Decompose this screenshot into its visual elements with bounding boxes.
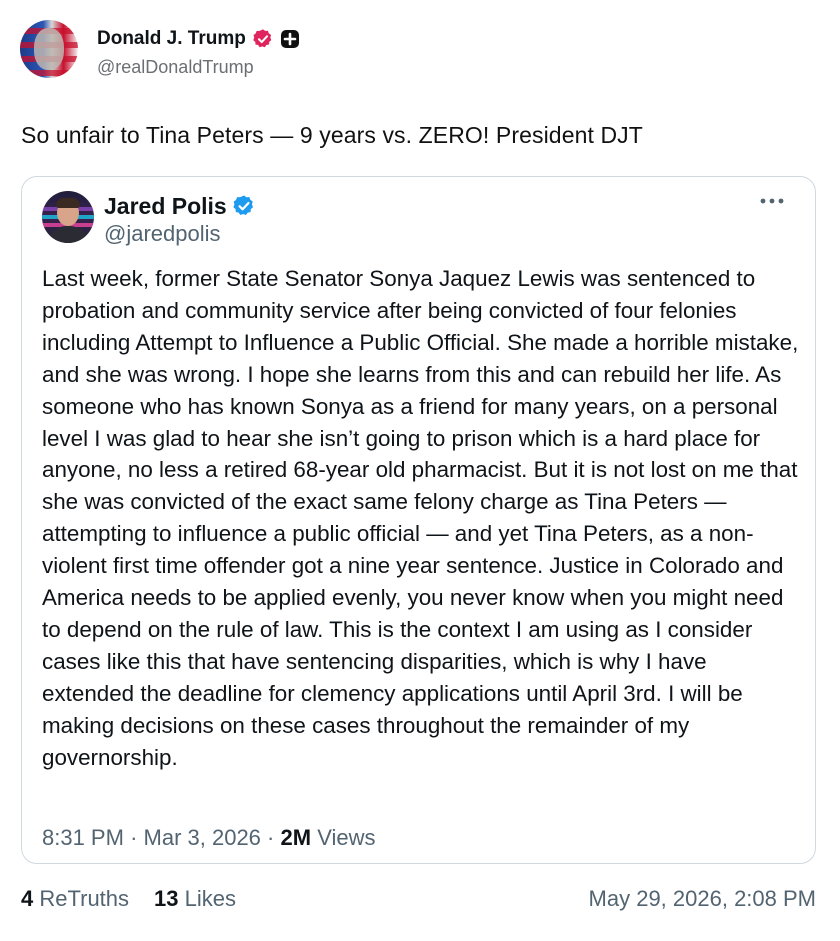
verified-badge-icon [233,195,253,215]
author-handle[interactable]: @realDonaldTrump [97,57,300,78]
quoted-post-meta: 8:31 PM · Mar 3, 2026 · 2M Views [42,825,375,851]
post-header: Donald J. Trump @realDonaldTrump [20,20,300,78]
likes-stat[interactable]: 13 Likes [154,886,236,912]
post-timestamp[interactable]: May 29, 2026, 2:08 PM [589,886,816,912]
more-options-icon[interactable] [757,191,787,211]
plus-badge-icon [280,30,299,48]
likes-count: 13 [154,886,179,911]
views-label: Views [317,825,376,850]
retruths-label: ReTruths [39,886,130,911]
author-display-name[interactable]: Donald J. Trump [97,28,246,50]
quoted-author-display-name[interactable]: Jared Polis [104,193,227,220]
quoted-post-header: Jared Polis @jaredpolis [42,191,256,247]
views-count[interactable]: 2M [281,825,312,850]
retruths-count: 4 [21,886,34,911]
verified-badge-icon [253,29,272,48]
meta-separator: · [267,825,275,850]
quoted-post-time[interactable]: 8:31 PM [42,825,124,850]
likes-label: Likes [184,886,236,911]
quoted-author-info: Jared Polis @jaredpolis [104,191,256,247]
quoted-post-date[interactable]: Mar 3, 2026 [144,825,261,850]
retruths-stat[interactable]: 4 ReTruths [21,886,129,912]
author-info: Donald J. Trump @realDonaldTrump [97,26,300,78]
post-footer: 4 ReTruths 13 Likes May 29, 2026, 2:08 P… [21,886,816,916]
meta-separator: · [130,825,138,850]
author-avatar[interactable] [20,20,78,78]
quoted-author-avatar[interactable] [42,191,94,243]
quoted-author-handle[interactable]: @jaredpolis [104,221,256,247]
quoted-post-body: Last week, former State Senator Sonya Ja… [42,266,799,770]
post-text: So unfair to Tina Peters — 9 years vs. Z… [21,122,643,148]
quoted-post-card[interactable]: Jared Polis @jaredpolis Last week, forme… [21,176,816,864]
